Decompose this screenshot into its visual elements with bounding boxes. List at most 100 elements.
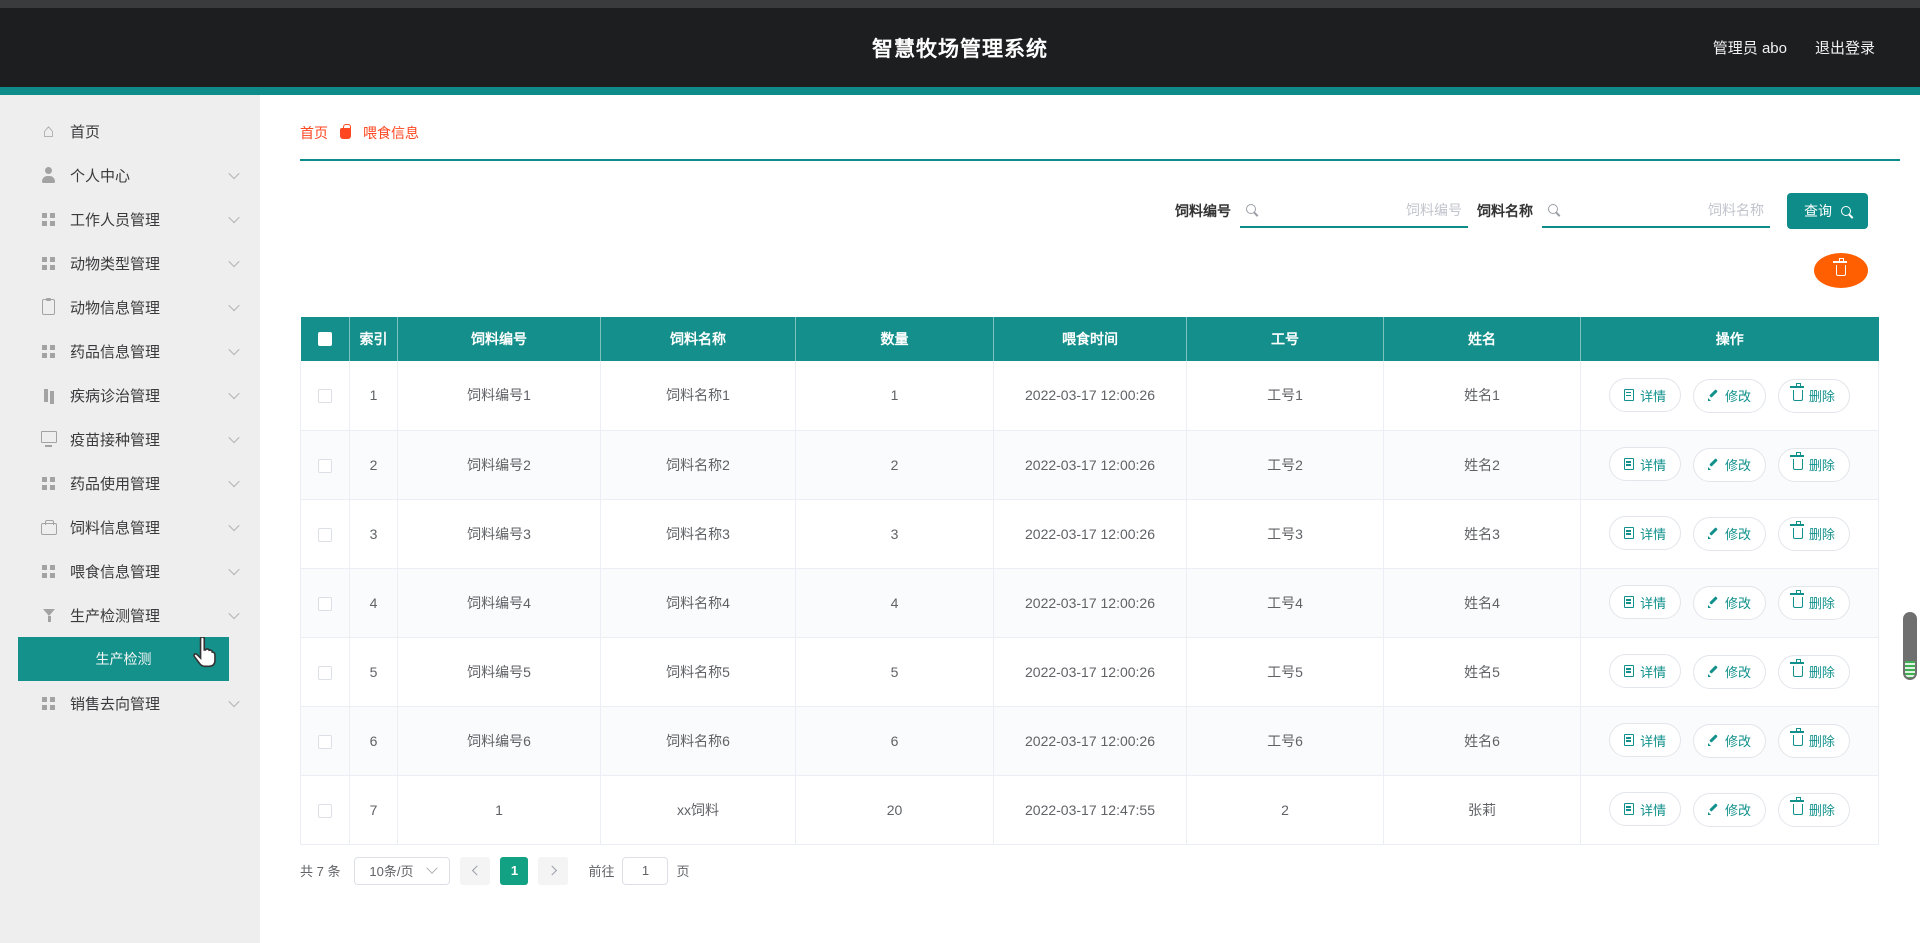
delete-button[interactable]: 删除 — [1777, 792, 1850, 827]
cell-index: 1 — [349, 361, 398, 431]
cell-feed-name: 饲料名称3 — [600, 499, 796, 569]
next-page-button[interactable] — [538, 856, 569, 885]
feed-name-input[interactable] — [1542, 194, 1770, 228]
delete-button[interactable]: 删除 — [1777, 378, 1850, 413]
detail-button[interactable]: 详情 — [1609, 447, 1682, 482]
row-checkbox[interactable] — [318, 734, 332, 749]
sidebar-item-production-inspection-mgmt[interactable]: 生产检测管理 — [0, 593, 260, 637]
pencil-icon — [1707, 804, 1719, 816]
select-all-checkbox[interactable] — [317, 332, 332, 346]
page-size-select[interactable]: 10条/页 — [354, 856, 451, 885]
row-checkbox[interactable] — [318, 803, 332, 818]
col-header-actions: 操作 — [1580, 317, 1879, 361]
delete-button[interactable]: 删除 — [1777, 447, 1850, 482]
detail-button[interactable]: 详情 — [1609, 723, 1682, 758]
table-header-row: 索引 饲料编号 饲料名称 数量 喂食时间 工号 姓名 操作 — [300, 317, 1879, 361]
row-checkbox[interactable] — [318, 527, 332, 542]
chevron-down-icon — [228, 387, 240, 400]
prev-page-button[interactable] — [460, 856, 491, 885]
detail-button[interactable]: 详情 — [1609, 654, 1682, 689]
edit-label: 修改 — [1724, 458, 1751, 474]
sidebar-item-animal-type-mgmt[interactable]: 动物类型管理 — [0, 241, 260, 285]
chevron-down-icon — [228, 431, 240, 444]
cell-feed-no: 饲料编号3 — [397, 499, 601, 569]
chevron-down-icon — [228, 519, 240, 532]
sidebar-item-drug-info-mgmt[interactable]: 药品信息管理 — [0, 329, 260, 373]
delete-button[interactable]: 删除 — [1777, 723, 1850, 758]
cell-quantity: 3 — [795, 499, 994, 569]
row-checkbox[interactable] — [318, 389, 332, 404]
sidebar-item-drug-use-mgmt[interactable]: 药品使用管理 — [0, 461, 260, 505]
sidebar-item-disease-mgmt[interactable]: 疾病诊治管理 — [0, 373, 260, 417]
delete-button[interactable]: 删除 — [1777, 585, 1850, 620]
cell-actions: 详情 修改 删除 — [1580, 499, 1879, 569]
cell-feed-name: 饲料名称6 — [600, 706, 796, 776]
table-row: 1 饲料编号1 饲料名称1 1 2022-03-17 12:00:26 工号1 … — [300, 361, 1879, 431]
scrollbar-thumb[interactable] — [1903, 612, 1917, 680]
detail-button[interactable]: 详情 — [1609, 792, 1682, 827]
user-icon — [40, 166, 57, 184]
cell-name: 张莉 — [1383, 775, 1581, 845]
chevron-right-icon — [547, 865, 558, 876]
breadcrumb-home-link[interactable]: 首页 — [300, 123, 328, 143]
edit-button[interactable]: 修改 — [1692, 792, 1766, 827]
trash-icon — [1790, 590, 1805, 609]
row-checkbox[interactable] — [318, 665, 332, 680]
chevron-down-icon — [228, 475, 240, 488]
cell-actions: 详情 修改 删除 — [1580, 775, 1879, 845]
delete-button[interactable]: 删除 — [1777, 654, 1850, 689]
sidebar-item-sales-mgmt[interactable]: 销售去向管理 — [0, 681, 260, 725]
detail-label: 详情 — [1640, 802, 1667, 818]
delete-button[interactable]: 删除 — [1777, 516, 1850, 551]
cell-feed-no: 饲料编号6 — [397, 706, 601, 776]
feed-name-input-wrap — [1542, 194, 1770, 228]
edit-label: 修改 — [1724, 803, 1751, 819]
page-unit-label: 页 — [676, 864, 690, 879]
page-number-button-active[interactable]: 1 — [500, 856, 529, 885]
grid-icon — [40, 255, 57, 272]
sidebar-item-staff-mgmt[interactable]: 工作人员管理 — [0, 197, 260, 241]
edit-button[interactable]: 修改 — [1692, 723, 1766, 758]
cell-feed-no: 饲料编号1 — [397, 361, 601, 431]
cell-quantity: 5 — [795, 637, 994, 707]
topbar-right: 管理员 abo 退出登录 — [1713, 8, 1875, 87]
sidebar-item-personal-center[interactable]: 个人中心 — [0, 153, 260, 197]
cell-worker-no: 工号5 — [1186, 637, 1384, 707]
edit-button[interactable]: 修改 — [1692, 585, 1766, 620]
batch-delete-button[interactable] — [1814, 253, 1868, 288]
sidebar-item-label: 药品使用管理 — [70, 475, 161, 493]
edit-button[interactable]: 修改 — [1692, 378, 1766, 413]
current-user[interactable]: 管理员 abo — [1713, 37, 1787, 58]
logout-link[interactable]: 退出登录 — [1815, 37, 1875, 58]
row-checkbox[interactable] — [318, 596, 332, 611]
pencil-icon — [1707, 390, 1719, 401]
cell-index: 5 — [349, 637, 398, 707]
trash-icon — [1833, 258, 1848, 276]
detail-button[interactable]: 详情 — [1609, 585, 1682, 620]
feed-no-input[interactable] — [1240, 194, 1468, 228]
sidebar-item-home[interactable]: ⌂ 首页 — [0, 109, 260, 153]
chevron-down-icon — [228, 563, 240, 576]
detail-button[interactable]: 详情 — [1609, 378, 1682, 412]
main-content: 首页 喂食信息 饲料编号 饲料名称 查询 — [260, 95, 1920, 943]
cell-time: 2022-03-17 12:47:55 — [993, 775, 1187, 845]
search-row: 饲料编号 饲料名称 查询 — [260, 191, 1868, 231]
clipboard-icon — [40, 297, 57, 316]
goto-label: 前往 — [588, 864, 615, 879]
query-button[interactable]: 查询 — [1787, 193, 1868, 229]
edit-button[interactable]: 修改 — [1692, 447, 1766, 482]
row-checkbox[interactable] — [318, 458, 332, 473]
sidebar-subitem-production-inspection-active[interactable]: 生产检测 — [18, 637, 229, 681]
cell-index: 6 — [349, 706, 398, 776]
sidebar-item-vaccine-mgmt[interactable]: 疫苗接种管理 — [0, 417, 260, 461]
search-icon — [1841, 206, 1851, 216]
goto-page-input[interactable] — [622, 856, 669, 885]
table-row: 4 饲料编号4 饲料名称4 4 2022-03-17 12:00:26 工号4 … — [300, 568, 1879, 638]
sidebar-item-animal-info-mgmt[interactable]: 动物信息管理 — [0, 285, 260, 329]
sidebar-item-feed-info-mgmt[interactable]: 饲料信息管理 — [0, 505, 260, 549]
edit-button[interactable]: 修改 — [1692, 516, 1766, 551]
edit-button[interactable]: 修改 — [1692, 654, 1766, 689]
cell-name: 姓名6 — [1383, 706, 1581, 776]
detail-button[interactable]: 详情 — [1609, 516, 1682, 551]
sidebar-item-feeding-info-mgmt[interactable]: 喂食信息管理 — [0, 549, 260, 593]
